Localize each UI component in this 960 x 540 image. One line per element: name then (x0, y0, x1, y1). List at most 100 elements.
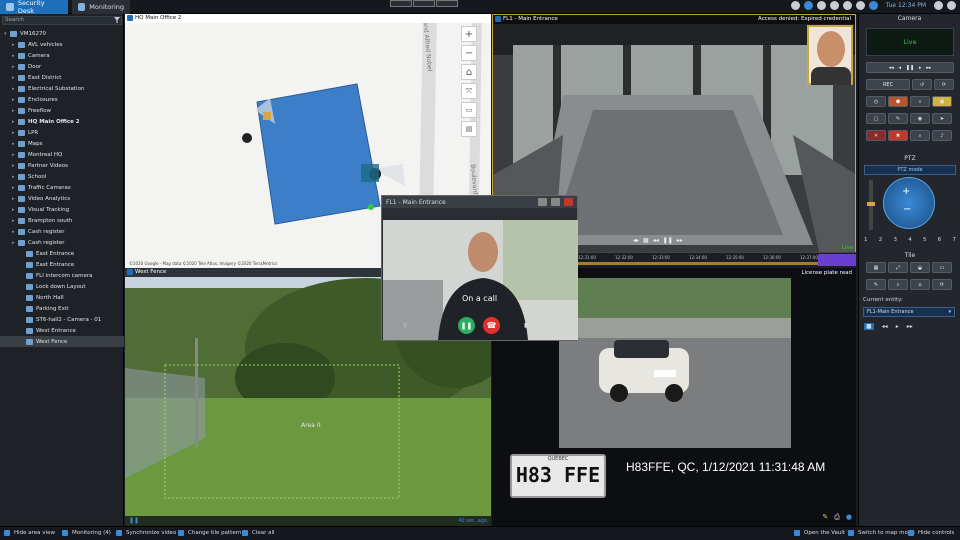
close-window-button[interactable] (436, 0, 458, 7)
edit-button[interactable]: ✎ (888, 113, 908, 124)
hold-button[interactable]: ❚❚ (458, 317, 475, 334)
tile-view-button[interactable]: ◒ (910, 262, 930, 273)
digital-zoom-button[interactable]: ▢ (866, 113, 886, 124)
zoom-slider[interactable] (867, 180, 875, 230)
record-button[interactable]: REC (866, 79, 910, 90)
snapshot-button[interactable]: ◴ (866, 96, 886, 107)
tree-item[interactable]: ▸ HQ Main Office 2 (0, 116, 124, 127)
tile-refresh-button[interactable]: ⟳ (932, 279, 952, 290)
tile-clear-button[interactable]: ▭ (932, 262, 952, 273)
audio-button[interactable]: ♪ (932, 130, 952, 141)
user-icon[interactable] (855, 1, 865, 10)
clear-all-button[interactable]: Clear all (242, 530, 275, 536)
tree-item[interactable]: ▸ School (0, 171, 124, 182)
switch-map-mode-button[interactable]: Switch to map mode (848, 530, 915, 536)
restore-button[interactable] (390, 0, 412, 7)
forward-icon[interactable]: ▸▸ (677, 237, 683, 244)
tree-item[interactable]: ▸ Electrical Substation (0, 83, 124, 94)
zoom-in-button[interactable]: + (461, 26, 477, 42)
tree-item[interactable]: West Entrance (0, 325, 124, 336)
color-button[interactable]: ◉ (910, 113, 930, 124)
tree-item[interactable]: ▸ Video Analytics (0, 193, 124, 204)
zoom-out-button[interactable]: − (461, 45, 477, 61)
lock-icon[interactable] (842, 1, 852, 10)
intercom-call-window[interactable]: FL1 - Main Entrance On a call ❚❚ ☎ ⦙⦙ ▮ … (381, 195, 578, 341)
hang-up-button[interactable]: ☎ (483, 317, 500, 334)
notification-icon[interactable] (790, 1, 800, 10)
tree-item[interactable]: West Fence (0, 336, 124, 347)
tree-item[interactable]: ▸ Montreal HQ (0, 149, 124, 160)
preset-button[interactable]: 7 (953, 237, 957, 243)
tree-item[interactable]: Parking Exit (0, 303, 124, 314)
print-icon[interactable]: ⎙ (834, 513, 840, 522)
ptz-presets[interactable]: 1 2 3 4 5 6 7 (864, 237, 956, 243)
preset-button[interactable]: 3 (894, 237, 898, 243)
help-icon[interactable] (947, 1, 956, 10)
tree-item[interactable]: ▸ LPR (0, 127, 124, 138)
tile-home-button[interactable]: ⌂ (910, 279, 930, 290)
tab-monitoring[interactable]: Monitoring (72, 0, 130, 14)
tile-zoom-button[interactable]: ⌕ (888, 279, 908, 290)
minimize-button[interactable] (538, 198, 547, 206)
edit-icon[interactable]: ✎ (822, 513, 828, 522)
maximize-button[interactable] (551, 198, 560, 206)
health-icon[interactable] (816, 1, 826, 10)
ptz-mode-toggle[interactable]: PTZ mode (864, 165, 956, 175)
keypad-icon[interactable]: ⦙⦙ (404, 322, 407, 330)
open-vault-button[interactable]: Open the Vault (794, 530, 845, 536)
play-icon[interactable]: ▸ (896, 323, 899, 330)
tree-item[interactable]: ▸ Traffic Cameras (0, 182, 124, 193)
preset-button[interactable]: 5 (923, 237, 927, 243)
preset-button[interactable]: 1 (864, 237, 868, 243)
tree-item[interactable]: ▾ VM16270 (0, 28, 124, 39)
rewind-icon[interactable]: ◂◂ (882, 323, 888, 330)
tree-item[interactable]: ▸ Freeflow (0, 105, 124, 116)
tree-item[interactable]: ▸ East District (0, 72, 124, 83)
synchronize-video-button[interactable]: Synchronize video (116, 530, 176, 536)
ptz-joystick[interactable]: + − (883, 177, 935, 229)
fit-button[interactable]: ⤧ (461, 83, 477, 99)
volume-icon[interactable] (829, 1, 839, 10)
tree-item[interactable]: Lock down Layout (0, 281, 124, 292)
tree-item[interactable]: ▸ Brampton south (0, 215, 124, 226)
hide-controls-button[interactable]: Hide controls (908, 530, 954, 536)
block-button[interactable]: ✖ (888, 130, 908, 141)
tree-item[interactable]: ▸ Cash register (0, 237, 124, 248)
rewind-icon[interactable]: ◂▸ (633, 237, 639, 244)
alarm-icon[interactable] (803, 1, 813, 10)
search-button[interactable]: ⌕ (910, 130, 930, 141)
settings-icon[interactable] (934, 1, 943, 10)
tree-item[interactable]: ▸ Door (0, 61, 124, 72)
info-icon[interactable]: ● (846, 513, 852, 522)
forward-icon[interactable]: ▸▸ (907, 323, 913, 330)
back-icon[interactable]: ◂◂ (653, 237, 659, 244)
pause-icon[interactable]: ❚❚ (663, 237, 673, 244)
tree-item[interactable]: North Hall (0, 292, 124, 303)
tag-button[interactable]: ➤ (932, 113, 952, 124)
zoom-button[interactable]: ⌕ (910, 96, 930, 107)
delete-button[interactable]: ✕ (866, 130, 886, 141)
network-icon[interactable] (868, 1, 878, 10)
change-tile-pattern-button[interactable]: Change tile pattern (178, 530, 241, 536)
tree-item[interactable]: ▸ Cash register (0, 226, 124, 237)
loop-button[interactable]: ↺ (912, 79, 932, 90)
preset-button[interactable]: 4 (908, 237, 912, 243)
preset-button[interactable]: 2 (879, 237, 883, 243)
tree-item[interactable]: East Entrance (0, 259, 124, 270)
tree-item[interactable]: ST6-hall2 - Camera - 01 (0, 314, 124, 325)
tree-item[interactable]: ▸ AVL vehicles (0, 39, 124, 50)
tree-item[interactable]: ▸ Camera (0, 50, 124, 61)
tree-item[interactable]: FLI intercom camera (0, 270, 124, 281)
preset-button[interactable]: 6 (938, 237, 942, 243)
export-button[interactable]: ▣ (932, 96, 952, 107)
close-button[interactable] (564, 198, 573, 206)
tile-edit-button[interactable]: ✎ (866, 279, 886, 290)
pause-icon[interactable]: ❚❚ (129, 517, 139, 524)
step-icon[interactable]: ▦ (643, 237, 649, 244)
tree-item[interactable]: East Entrance (0, 248, 124, 259)
playback-controls[interactable]: ◂◂ ◂ ❚❚ ▸ ▸▸ (866, 62, 954, 73)
volume-icon[interactable]: ▮ (524, 322, 527, 329)
stop-icon[interactable]: ■ (864, 323, 874, 330)
home-button[interactable]: ⌂ (461, 64, 477, 80)
tile-layout-button[interactable]: ▦ (866, 262, 886, 273)
